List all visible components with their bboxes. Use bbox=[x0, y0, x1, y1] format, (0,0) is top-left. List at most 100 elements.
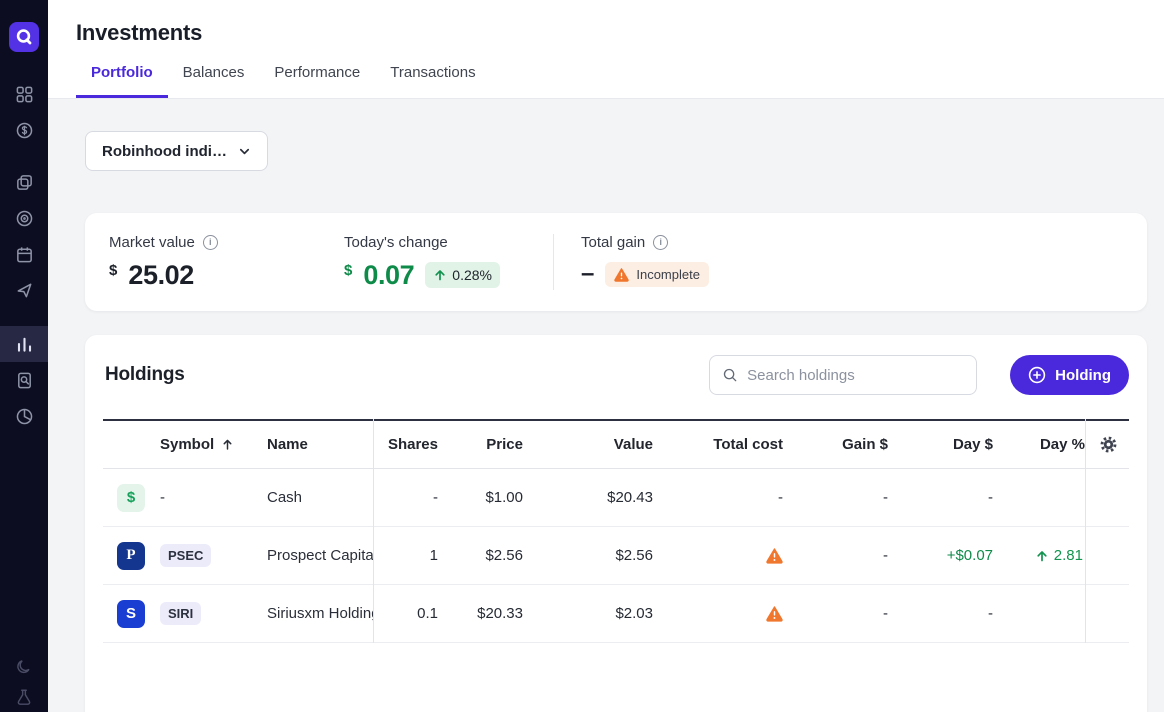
sidebar-item-labs[interactable] bbox=[0, 682, 48, 712]
sidebar bbox=[0, 0, 48, 712]
page-title: Investments bbox=[76, 20, 203, 45]
add-holding-button[interactable]: Holding bbox=[1010, 355, 1129, 395]
ticker-badge: SIRI bbox=[160, 602, 202, 625]
app-root: Investments Portfolio Balances Performan… bbox=[0, 0, 1164, 712]
frozen-column-divider bbox=[373, 419, 374, 643]
search-icon bbox=[723, 368, 737, 382]
todays-change-label-row: Today's change bbox=[344, 234, 553, 251]
holdings-search bbox=[709, 355, 978, 395]
gain-cell: - bbox=[883, 605, 888, 622]
sidebar-item-transactions[interactable] bbox=[0, 112, 48, 148]
pinned-column-divider bbox=[1085, 419, 1086, 643]
day-dollar-cell: +$0.07 bbox=[946, 547, 993, 564]
todays-change-stat: Today's change $ 0.07 0.28% bbox=[344, 234, 553, 290]
todays-change-row: $ 0.07 0.28% bbox=[344, 260, 553, 290]
reports-search-icon bbox=[17, 372, 31, 388]
column-header-day-percent[interactable]: Day % bbox=[1003, 436, 1085, 453]
gain-cell: - bbox=[883, 489, 888, 506]
total-gain-value: – bbox=[581, 260, 595, 287]
warning-icon bbox=[614, 267, 630, 282]
warning-icon bbox=[766, 606, 783, 622]
column-header-value[interactable]: Value bbox=[533, 436, 663, 453]
market-value-stat: Market value $ 25.02 bbox=[109, 234, 344, 290]
day-dollar-cell: - bbox=[988, 605, 993, 622]
search-input[interactable] bbox=[747, 366, 965, 384]
table-header-row: Symbol Name Shares Price Value Total cos… bbox=[103, 419, 1129, 469]
total-gain-stat: Total gain – Incomplete bbox=[554, 234, 709, 288]
sidebar-item-accounts[interactable] bbox=[0, 164, 48, 200]
beaker-icon bbox=[17, 689, 31, 705]
total-gain-row: – Incomplete bbox=[581, 260, 709, 288]
incomplete-badge: Incomplete bbox=[605, 261, 709, 287]
cash-asset-icon: $ bbox=[117, 483, 145, 512]
column-settings-icon[interactable] bbox=[1085, 435, 1131, 454]
holdings-card: Holdings Holding bbox=[85, 335, 1147, 712]
total-cost-cell bbox=[663, 605, 793, 622]
dollar-coin-icon bbox=[16, 122, 32, 138]
sidebar-item-reports[interactable] bbox=[0, 362, 48, 398]
app-logo-icon bbox=[16, 29, 32, 45]
holdings-title: Holdings bbox=[105, 364, 185, 385]
holding-row-siri[interactable]: S SIRI Siriusxm Holding 0.1 $20.33 $2.03 bbox=[103, 585, 1129, 643]
tab-transactions[interactable]: Transactions bbox=[375, 64, 490, 98]
currency-symbol: $ bbox=[109, 262, 118, 279]
budget-pie-icon bbox=[16, 408, 32, 424]
main-area: Investments Portfolio Balances Performan… bbox=[48, 0, 1164, 712]
currency-symbol: $ bbox=[344, 262, 353, 279]
column-header-total-cost[interactable]: Total cost bbox=[663, 436, 793, 453]
chevron-down-icon bbox=[239, 148, 250, 154]
sidebar-item-budget[interactable] bbox=[0, 398, 48, 434]
total-gain-label: Total gain bbox=[581, 234, 646, 251]
change-percent-value: 0.28% bbox=[452, 267, 492, 283]
ticker-badge: PSEC bbox=[160, 544, 212, 567]
sidebar-item-goals[interactable] bbox=[0, 200, 48, 236]
day-percent-value: 2.81 bbox=[1053, 547, 1083, 564]
column-header-gain[interactable]: Gain $ bbox=[793, 436, 898, 453]
gain-cell: - bbox=[883, 547, 888, 564]
gear-icon bbox=[1100, 436, 1116, 453]
tab-balances[interactable]: Balances bbox=[168, 64, 260, 98]
value-cell: $20.43 bbox=[607, 489, 653, 506]
app-logo[interactable] bbox=[9, 22, 39, 52]
column-header-symbol[interactable]: Symbol bbox=[103, 436, 267, 453]
tab-portfolio[interactable]: Portfolio bbox=[76, 64, 168, 98]
column-label-symbol: Symbol bbox=[160, 436, 215, 453]
holdings-header: Holdings Holding bbox=[103, 355, 1129, 395]
holding-row-psec[interactable]: P PSEC Prospect Capita 1 $2.56 $2.56 - +… bbox=[103, 527, 1129, 585]
sort-ascending-icon bbox=[223, 439, 232, 450]
column-header-name[interactable]: Name bbox=[267, 436, 373, 453]
tab-performance[interactable]: Performance bbox=[259, 64, 375, 98]
value-cell: $2.03 bbox=[615, 605, 653, 622]
column-header-price[interactable]: Price bbox=[448, 436, 533, 453]
symbol-text: - bbox=[160, 489, 165, 506]
warning-icon bbox=[766, 548, 783, 564]
sidebar-item-appearance[interactable] bbox=[0, 652, 48, 682]
price-cell: $2.56 bbox=[485, 547, 523, 564]
sidebar-item-plan[interactable] bbox=[0, 272, 48, 308]
siri-asset-icon: S bbox=[117, 599, 145, 628]
column-header-day-dollar[interactable]: Day $ bbox=[898, 436, 1003, 453]
info-icon[interactable] bbox=[202, 235, 218, 250]
psec-asset-icon: P bbox=[117, 541, 145, 570]
sidebar-bottom bbox=[0, 652, 48, 712]
name-cell: Prospect Capita bbox=[267, 547, 373, 564]
moon-icon bbox=[17, 660, 30, 674]
info-icon[interactable] bbox=[653, 235, 669, 250]
sidebar-item-calendar[interactable] bbox=[0, 236, 48, 272]
market-value-label: Market value bbox=[109, 234, 195, 251]
goals-target-icon bbox=[16, 210, 32, 226]
account-filter-dropdown[interactable]: Robinhood indi… bbox=[85, 131, 268, 171]
investments-bar-chart-icon bbox=[17, 337, 31, 352]
symbol-cell: S SIRI bbox=[103, 599, 267, 628]
tab-bar: Portfolio Balances Performance Transacti… bbox=[76, 64, 1164, 98]
incomplete-badge-label: Incomplete bbox=[636, 266, 700, 282]
todays-change-label: Today's change bbox=[344, 234, 448, 251]
sidebar-item-dashboard[interactable] bbox=[0, 76, 48, 112]
column-header-shares[interactable]: Shares bbox=[373, 436, 448, 453]
todays-change-amount: 0.07 bbox=[363, 260, 415, 290]
portfolio-summary-card: Market value $ 25.02 Today's change $ 0.… bbox=[85, 213, 1147, 311]
change-percent-badge: 0.28% bbox=[425, 262, 500, 288]
sidebar-item-investments[interactable] bbox=[0, 326, 48, 362]
holding-row-cash[interactable]: $ - Cash - $1.00 $20.43 - - - bbox=[103, 469, 1129, 527]
account-filter-label: Robinhood indi… bbox=[102, 142, 227, 160]
